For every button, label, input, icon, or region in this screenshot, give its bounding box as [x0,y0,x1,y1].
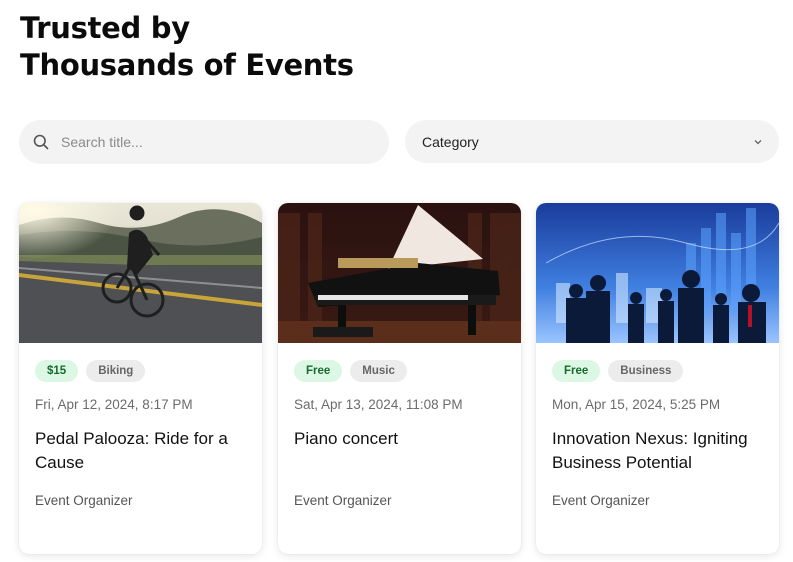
page-heading: Trusted by Thousands of Events [20,10,354,84]
event-tags: Free Business [552,360,684,382]
category-select-label: Category [422,133,479,150]
event-tags: Free Music [294,360,407,382]
event-date: Fri, Apr 12, 2024, 8:17 PM [35,397,193,412]
business-people-photo [536,203,779,343]
price-badge: Free [552,360,601,382]
event-card[interactable]: Free Music Sat, Apr 13, 2024, 11:08 PM P… [278,203,521,554]
cyclist-photo [19,203,262,343]
event-card[interactable]: Free Business Mon, Apr 15, 2024, 5:25 PM… [536,203,779,554]
event-title[interactable]: Innovation Nexus: Igniting Business Pote… [552,427,767,475]
grand-piano-photo [278,203,521,343]
price-badge: $15 [35,360,79,382]
heading-line-2: Thousands of Events [20,48,354,82]
event-title[interactable]: Pedal Palooza: Ride for a Cause [35,427,250,475]
search-icon [33,134,49,150]
event-date: Sat, Apr 13, 2024, 11:08 PM [294,397,463,412]
chevron-down-icon [754,139,762,144]
heading-line-1: Trusted by [20,11,190,45]
event-organizer: Event Organizer [552,493,650,508]
category-badge: Music [350,360,407,382]
category-badge: Biking [86,360,146,382]
price-badge: Free [294,360,343,382]
event-title[interactable]: Piano concert [294,427,509,451]
category-select[interactable]: Category [405,120,779,163]
event-card[interactable]: $15 Biking Fri, Apr 12, 2024, 8:17 PM Pe… [19,203,262,554]
event-tags: $15 Biking [35,360,146,382]
search-input[interactable] [59,133,363,151]
event-date: Mon, Apr 15, 2024, 5:25 PM [552,397,721,412]
event-organizer: Event Organizer [35,493,133,508]
category-badge: Business [608,360,684,382]
event-organizer: Event Organizer [294,493,392,508]
search-bar[interactable] [19,120,389,164]
